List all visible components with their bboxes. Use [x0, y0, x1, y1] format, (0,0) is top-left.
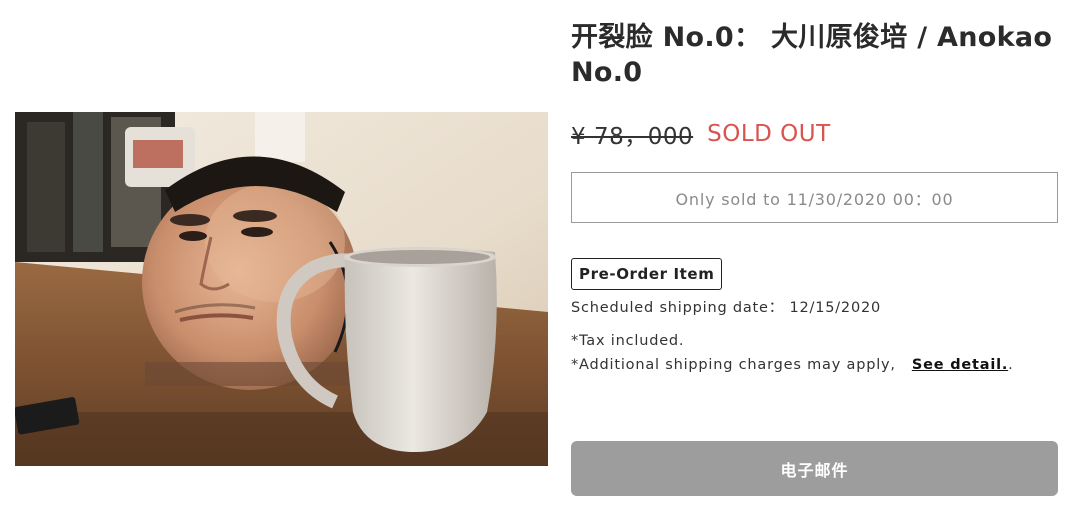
see-detail-link[interactable]: See detail. — [906, 357, 1008, 373]
shipping-date-text: Scheduled shipping date： 12/15/2020 — [571, 300, 882, 316]
sale-period-notice: Only sold to 11/30/2020 00：00 — [571, 172, 1058, 223]
pre-order-badge: Pre-Order Item — [571, 258, 723, 290]
product-title: 开裂脸 No.0： 大川原俊培 / Anokao No.0 — [571, 22, 1053, 88]
price-row: ¥ 78，000 SOLD OUT — [571, 118, 831, 150]
product-price: ¥ 78，000 — [571, 124, 694, 150]
product-photo-illustration — [15, 112, 548, 466]
shipping-note: *Additional shipping charges may apply, S… — [571, 357, 1014, 373]
shipping-note-suffix: . — [1008, 357, 1014, 373]
shipping-note-text: *Additional shipping charges may apply, — [571, 357, 896, 373]
email-button[interactable]: 电子邮件 — [571, 441, 1058, 496]
tax-note: *Tax included. — [571, 333, 685, 349]
product-photo — [15, 112, 548, 466]
sold-out-label: SOLD OUT — [707, 121, 831, 147]
